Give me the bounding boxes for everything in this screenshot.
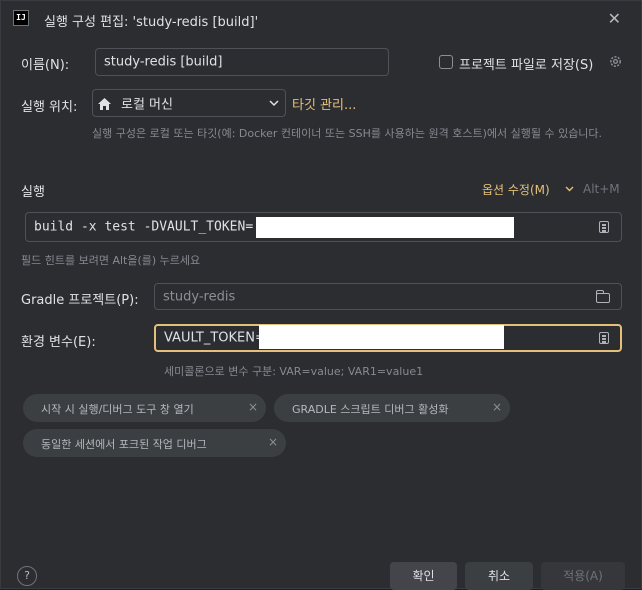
chevron-down-icon xyxy=(269,100,279,107)
close-icon[interactable]: ✕ xyxy=(608,9,621,28)
cancel-button[interactable]: 취소 xyxy=(465,562,533,590)
gradle-project-value: study-redis xyxy=(163,289,236,304)
gradle-project-input[interactable]: study-redis xyxy=(154,283,622,310)
gradle-project-label: Gradle 프로젝트(P): xyxy=(21,293,139,308)
command-line-value: build -x test -DVAULT_TOKEN= xyxy=(34,219,254,235)
option-chip: 동일한 세션에서 포크된 작업 디버그 × xyxy=(23,429,286,457)
help-icon[interactable]: ? xyxy=(17,566,37,586)
name-label: 이름(N): xyxy=(21,58,70,73)
option-chip-label: GRADLE 스크립트 디버그 활성화 xyxy=(292,403,449,416)
name-value: study-redis [build] xyxy=(104,54,223,70)
redacted-token xyxy=(256,217,514,238)
intellij-app-icon: IJ xyxy=(13,10,29,26)
ok-button[interactable]: 확인 xyxy=(390,562,457,590)
remove-option-icon[interactable]: × xyxy=(268,435,278,449)
run-on-select[interactable]: 로컬 머신 xyxy=(92,89,286,117)
name-input[interactable]: study-redis [build] xyxy=(95,48,389,76)
expand-field-icon[interactable] xyxy=(599,332,609,344)
option-chip: 시작 시 실행/디버그 도구 창 열기 × xyxy=(23,394,266,422)
command-line-input[interactable]: build -x test -DVAULT_TOKEN= xyxy=(25,212,622,242)
manage-targets-link[interactable]: 타깃 관리... xyxy=(292,94,356,113)
gear-icon[interactable] xyxy=(608,54,623,69)
field-hint: 필드 힌트를 보려면 Alt을(를) 누르세요 xyxy=(21,254,201,267)
env-vars-value: VAULT_TOKEN= xyxy=(164,330,266,346)
chevron-down-icon xyxy=(565,186,574,192)
run-on-description: 실행 구성은 로컬 또는 타깃(예: Docker 컨테이너 또는 SSH를 사… xyxy=(92,127,603,140)
run-on-value: 로컬 머신 xyxy=(121,97,173,113)
modify-options-shortcut: Alt+M xyxy=(583,182,620,196)
expand-field-icon[interactable] xyxy=(599,221,609,233)
store-project-checkbox[interactable] xyxy=(439,55,453,69)
folder-icon[interactable] xyxy=(595,290,610,303)
home-icon xyxy=(98,98,111,110)
option-chip: GRADLE 스크립트 디버그 활성화 × xyxy=(274,394,510,422)
run-section-label: 실행 xyxy=(21,185,45,200)
title-bar: IJ 실행 구성 편집: 'study-redis [build]' ✕ xyxy=(1,1,641,37)
remove-option-icon[interactable]: × xyxy=(248,400,258,414)
redacted-token xyxy=(259,325,504,349)
option-chip-label: 동일한 세션에서 포크된 작업 디버그 xyxy=(41,438,207,451)
env-vars-input[interactable]: VAULT_TOKEN= xyxy=(154,324,622,352)
option-chip-label: 시작 시 실행/디버그 도구 창 열기 xyxy=(41,403,194,416)
store-project-label[interactable]: 프로젝트 파일로 저장(S) xyxy=(459,54,593,73)
env-vars-label: 환경 변수(E): xyxy=(21,335,96,350)
run-on-label: 실행 위치: xyxy=(21,100,78,115)
dialog-title: 실행 구성 편집: 'study-redis [build]' xyxy=(44,15,259,30)
apply-button[interactable]: 적용(A) xyxy=(541,562,625,590)
remove-option-icon[interactable]: × xyxy=(492,400,502,414)
env-vars-hint: 세미콜론으로 변수 구분: VAR=value; VAR1=value1 xyxy=(164,365,424,378)
run-config-dialog: IJ 실행 구성 편집: 'study-redis [build]' ✕ 이름(… xyxy=(0,0,642,590)
modify-options-link[interactable]: 옵션 수정(M) xyxy=(482,181,550,198)
